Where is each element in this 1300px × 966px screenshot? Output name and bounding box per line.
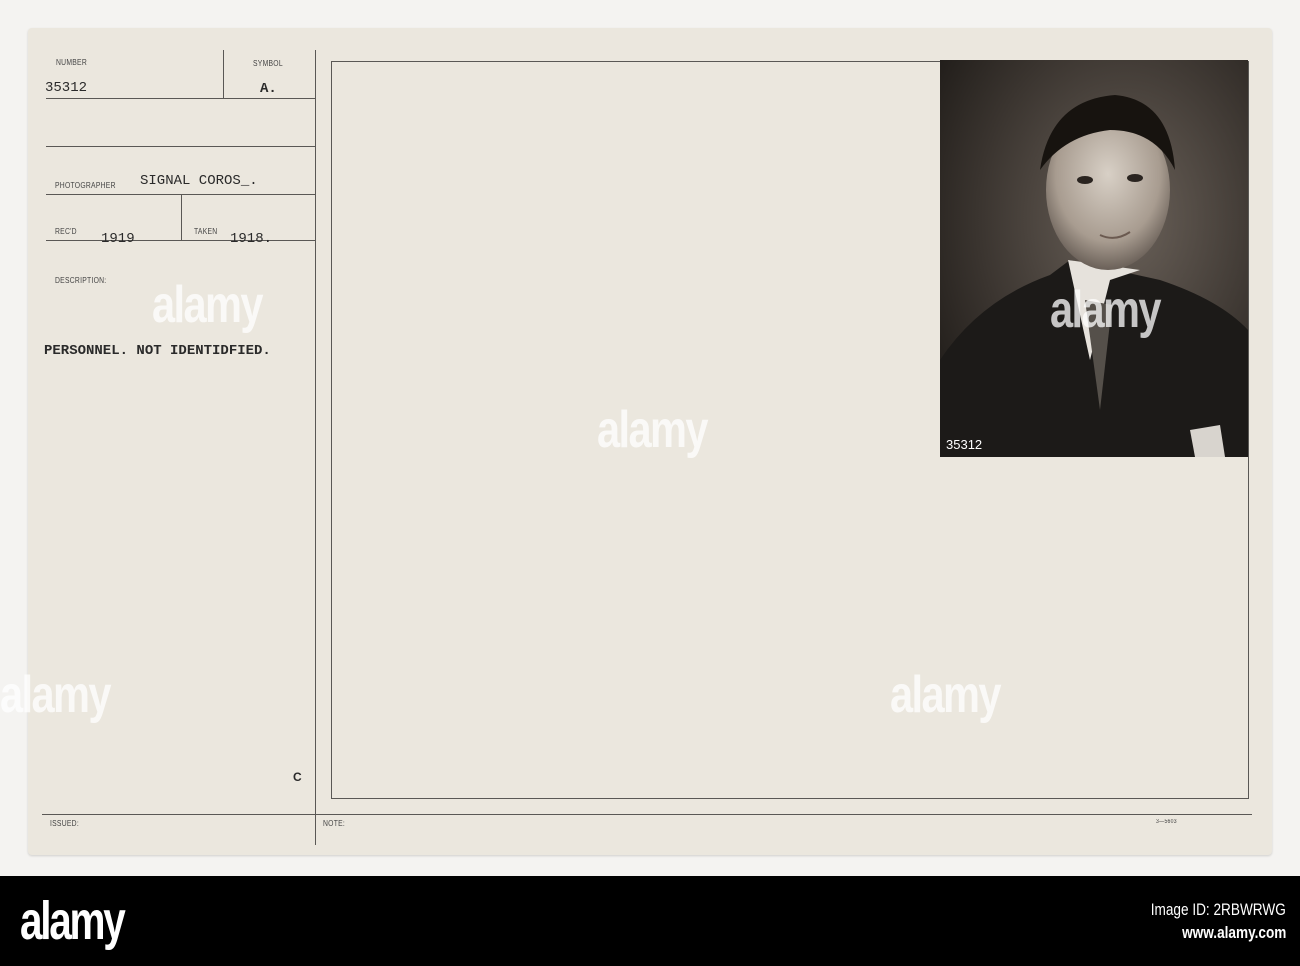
divider <box>46 240 316 241</box>
taken-value: 1918. <box>230 231 273 247</box>
watermark-logo: alamy <box>0 666 112 724</box>
divider <box>315 50 316 845</box>
watermark-logo: alamy <box>1050 281 1162 339</box>
site-url[interactable]: www.alamy.com <box>1182 923 1286 943</box>
number-label: NUMBER <box>56 58 87 67</box>
divider <box>181 194 182 240</box>
watermark-logo: alamy <box>152 276 264 334</box>
divider <box>46 146 316 147</box>
symbol-value: A. <box>260 81 277 97</box>
divider <box>46 98 316 99</box>
footer-bar: alamy Image ID: 2RBWRWG www.alamy.com <box>0 876 1300 966</box>
footer-logo: alamy <box>20 891 126 951</box>
number-value: 35312 <box>45 80 88 96</box>
image-id: Image ID: 2RBWRWG <box>1150 900 1286 919</box>
photographer-label: PHOTOGRAPHER <box>55 181 116 190</box>
photographer-value: SIGNAL COROS_. <box>140 173 258 189</box>
divider <box>223 50 224 98</box>
description-value: PERSONNEL. NOT IDENTIDFIED. <box>44 343 271 359</box>
recd-value: 1919 <box>101 231 135 247</box>
divider <box>42 814 1252 815</box>
negative-number: 35312 <box>946 437 983 452</box>
taken-label: TAKEN <box>194 227 218 236</box>
recd-label: REC'D <box>55 227 77 236</box>
corner-mark: C <box>293 770 302 784</box>
note-label: NOTE: <box>323 819 346 828</box>
description-label: DESCRIPTION: <box>55 276 107 285</box>
portrait-image <box>940 60 1248 457</box>
watermark-logo: alamy <box>597 401 709 459</box>
issued-label: ISSUED: <box>50 819 79 828</box>
portrait-photo: 35312 <box>940 60 1248 457</box>
symbol-label: SYMBOL <box>253 59 283 68</box>
form-number: 3—5603 <box>1156 819 1177 825</box>
watermark-logo: alamy <box>890 666 1002 724</box>
